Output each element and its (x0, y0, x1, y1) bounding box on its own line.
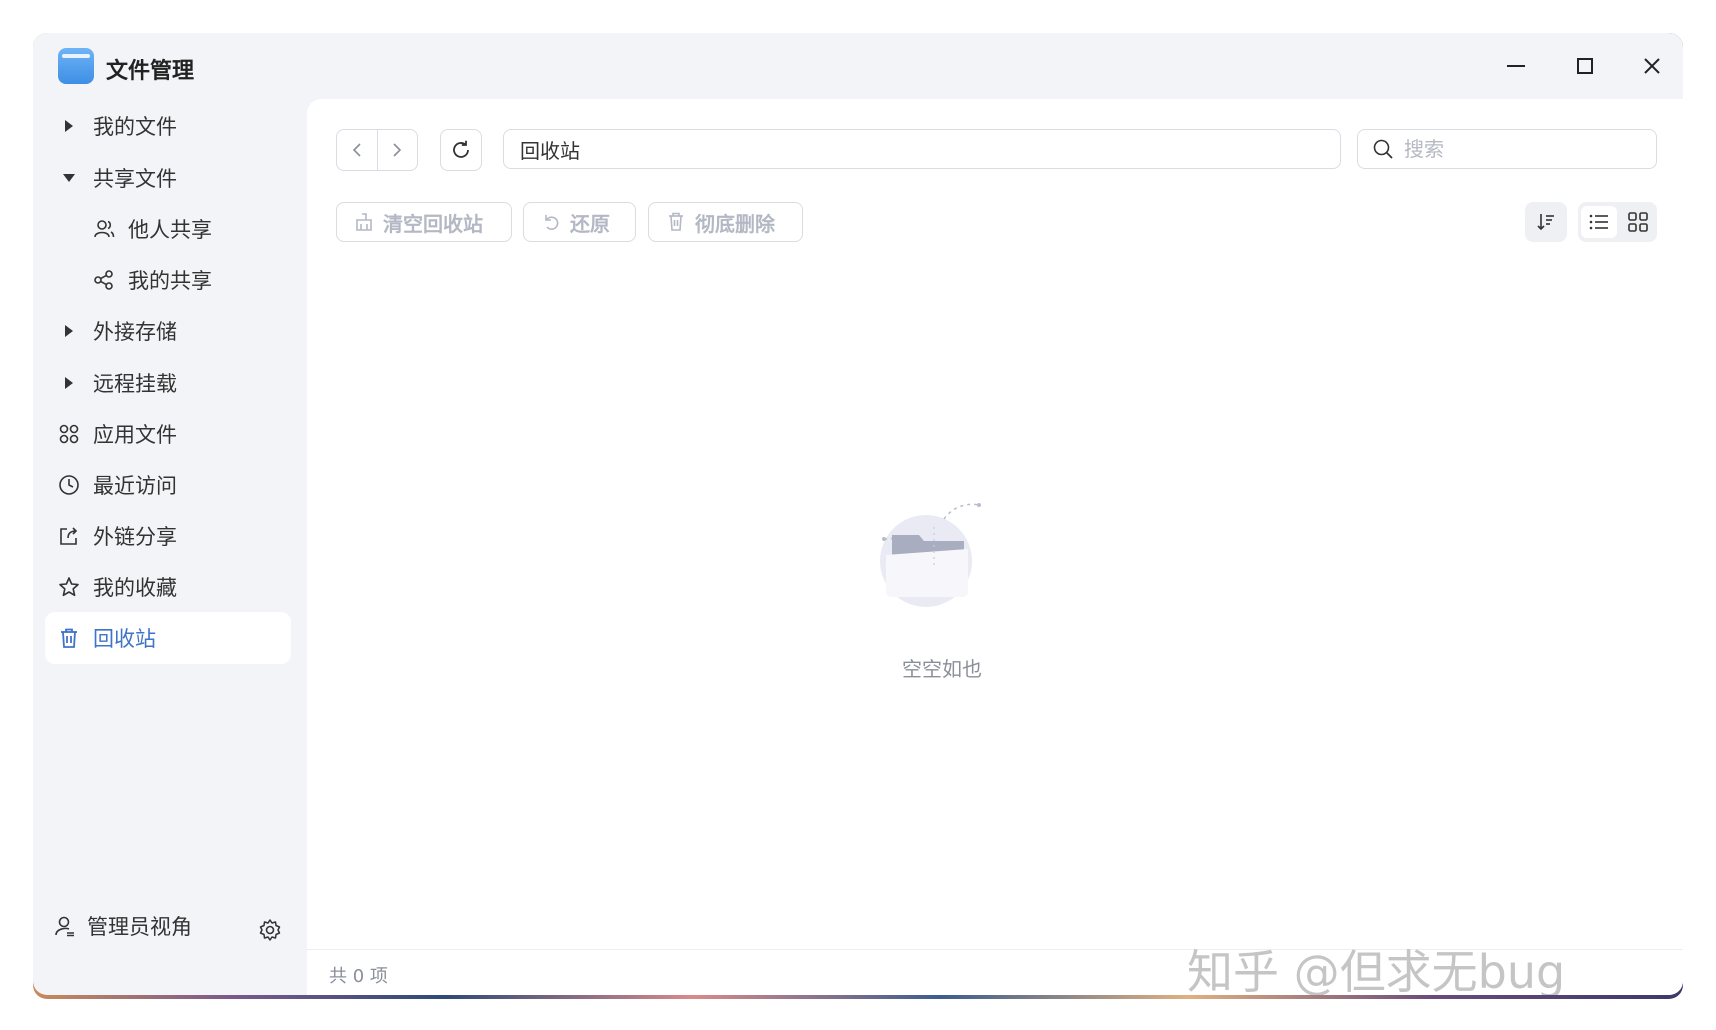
history-nav (336, 129, 418, 171)
caret-right-icon[interactable] (55, 317, 83, 345)
sidebar-item-label: 应用文件 (93, 423, 177, 447)
minimize-button[interactable] (1499, 49, 1533, 83)
admin-view-toggle[interactable]: 管理员视角 (53, 911, 192, 941)
grid-view-button[interactable] (1620, 206, 1656, 238)
admin-view-label: 管理员视角 (87, 915, 192, 939)
refresh-button[interactable] (440, 129, 482, 171)
close-button[interactable] (1635, 49, 1669, 83)
sidebar-item-shared-files[interactable]: 共享文件 (45, 152, 291, 204)
sidebar-item-label: 他人共享 (128, 218, 212, 242)
sort-icon (1537, 214, 1554, 231)
item-count: 共 0 项 (329, 966, 388, 987)
empty-trash-label: 清空回收站 (383, 211, 483, 236)
sidebar-item-label: 我的收藏 (93, 576, 177, 600)
minimize-icon (1507, 65, 1525, 67)
sidebar-item-label: 最近访问 (93, 474, 177, 498)
sidebar-item-recent[interactable]: 最近访问 (45, 459, 291, 511)
sidebar-item-my-files[interactable]: 我的文件 (45, 100, 291, 152)
restore-button[interactable]: 还原 (523, 202, 636, 242)
refresh-icon (453, 140, 469, 158)
apps-icon (55, 420, 83, 448)
sidebar-item-recycle-bin[interactable]: 回收站 (45, 612, 291, 664)
broom-icon (355, 212, 373, 232)
trash-icon (667, 212, 685, 232)
path-bar[interactable]: 回收站 (503, 129, 1341, 169)
app-title: 文件管理 (106, 59, 195, 84)
sidebar-item-shared-with-me[interactable]: 他人共享 (45, 203, 291, 255)
watermark: 知乎 @但求无bug (1187, 945, 1566, 995)
gear-icon (259, 919, 281, 941)
admin-user-icon (53, 914, 77, 938)
search-icon (1372, 138, 1394, 160)
view-mode-toggle (1578, 202, 1657, 242)
empty-trash-button[interactable]: 清空回收站 (336, 202, 512, 242)
forward-button[interactable] (378, 130, 418, 170)
empty-folder-illustration (874, 497, 994, 617)
sidebar-item-link-share[interactable]: 外链分享 (45, 510, 291, 562)
settings-button[interactable] (255, 915, 285, 945)
sidebar-item-favorites[interactable]: 我的收藏 (45, 561, 291, 613)
star-icon (55, 573, 83, 601)
main-panel: 回收站 清空回收站 还原 彻底删除 (307, 99, 1683, 995)
trash-icon (55, 624, 83, 652)
sidebar-item-app-files[interactable]: 应用文件 (45, 408, 291, 460)
sidebar-item-external-storage[interactable]: 外接存储 (45, 305, 291, 357)
delete-permanently-label: 彻底删除 (695, 211, 775, 236)
maximize-button[interactable] (1568, 49, 1602, 83)
sidebar-item-label: 远程挂载 (93, 372, 177, 396)
sidebar-footer: 管理员视角 (33, 903, 307, 959)
caret-down-icon[interactable] (55, 164, 83, 192)
people-icon (90, 215, 118, 243)
delete-permanently-button[interactable]: 彻底删除 (648, 202, 803, 242)
caret-right-icon[interactable] (55, 369, 83, 397)
sidebar: 我的文件 共享文件 他人共享 我的共享 外接存储 远程挂载 应用文件 最近访问 (33, 99, 307, 995)
sidebar-item-label: 我的文件 (93, 115, 177, 139)
sidebar-item-remote-mount[interactable]: 远程挂载 (45, 357, 291, 409)
chevron-right-icon (393, 143, 402, 157)
sidebar-item-my-shares[interactable]: 我的共享 (45, 254, 291, 306)
restore-label: 还原 (570, 211, 610, 236)
file-manager-window: 文件管理 我的文件 共享文件 他人共享 我的共享 外接存储 远程挂载 应用文件 … (33, 33, 1683, 995)
grid-icon (1628, 212, 1648, 232)
sidebar-item-label: 我的共享 (128, 269, 212, 293)
status-bar: 共 0 项 知乎 @但求无bug (307, 945, 1683, 995)
folder-app-icon (58, 48, 94, 84)
empty-state-text: 空空如也 (902, 657, 982, 681)
sidebar-item-label: 共享文件 (93, 167, 177, 191)
sidebar-item-label: 外链分享 (93, 525, 177, 549)
chevron-left-icon (352, 143, 361, 157)
title-bar: 文件管理 (33, 33, 1683, 99)
sort-button[interactable] (1525, 202, 1567, 242)
list-view-button[interactable] (1581, 206, 1617, 238)
clock-icon (55, 471, 83, 499)
close-icon (1644, 58, 1660, 74)
caret-right-icon[interactable] (55, 112, 83, 140)
external-share-icon (55, 522, 83, 550)
list-icon (1589, 214, 1608, 230)
sidebar-item-label: 回收站 (93, 627, 156, 651)
search-box[interactable] (1357, 129, 1657, 169)
share-icon (90, 266, 118, 294)
maximize-icon (1577, 58, 1593, 74)
back-button[interactable] (337, 130, 378, 170)
sidebar-item-label: 外接存储 (93, 320, 177, 344)
search-input[interactable] (1402, 136, 1646, 162)
undo-icon (542, 213, 560, 231)
